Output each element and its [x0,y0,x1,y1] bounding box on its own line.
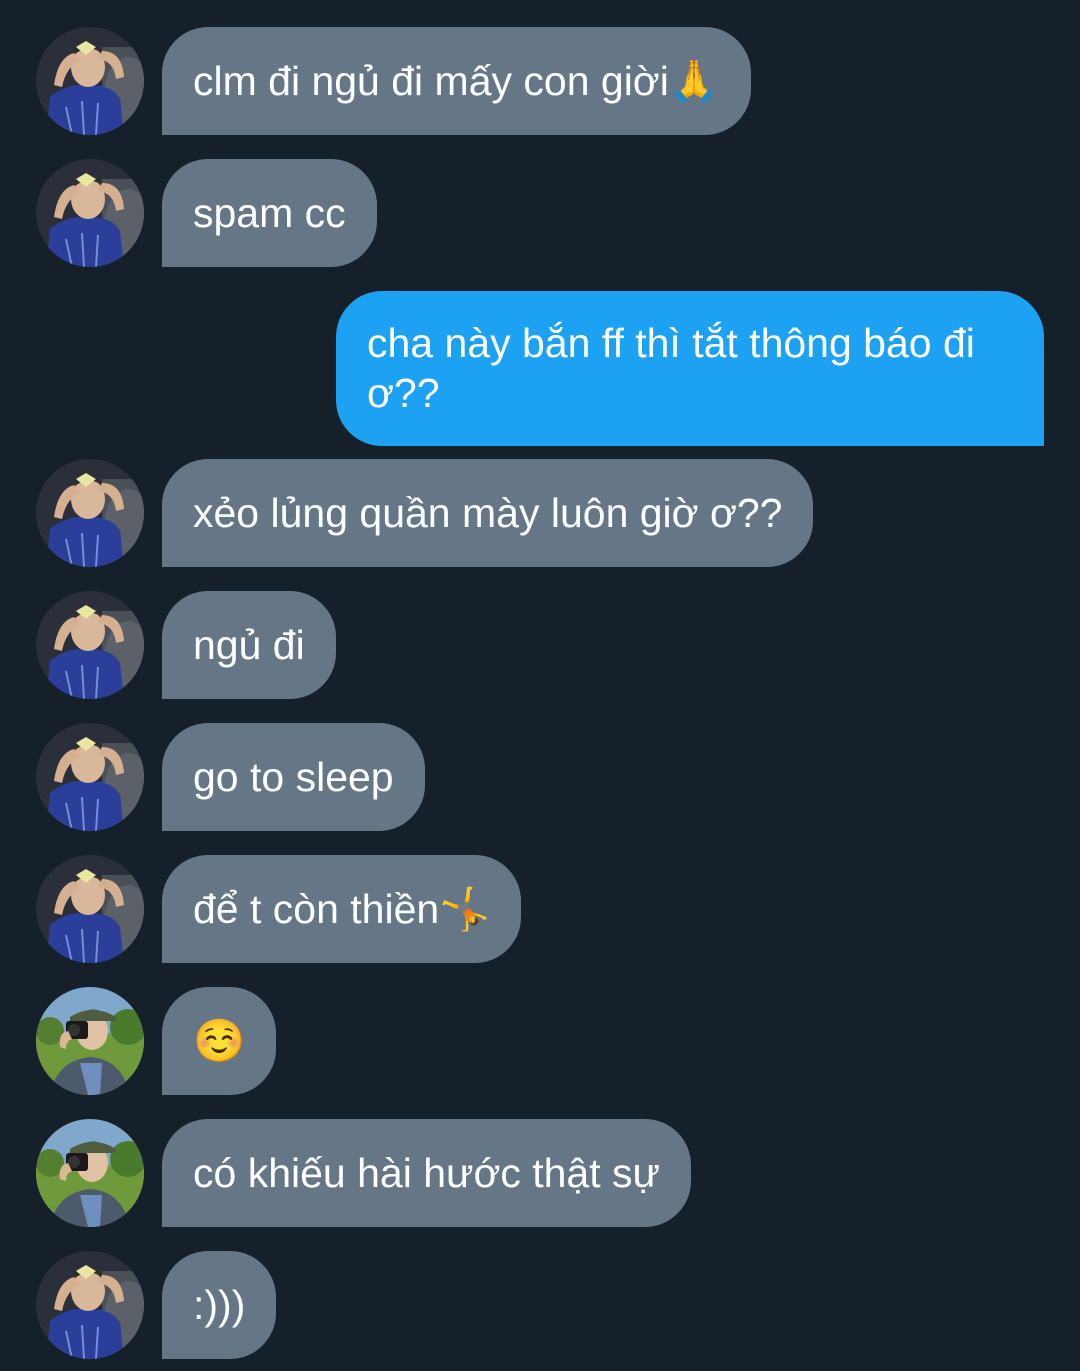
avatar-contact-a[interactable] [36,723,144,831]
avatar-contact-a[interactable] [36,591,144,699]
avatar-photo-icon [36,855,144,963]
outgoing-message-bubble[interactable]: cha này bắn ff thì tắt thông báo đi ơ?? [336,291,1044,446]
incoming-message-bubble[interactable]: có khiếu hài hước thật sự [162,1119,691,1227]
avatar-contact-a[interactable] [36,1251,144,1359]
avatar-contact-b[interactable] [36,1119,144,1227]
incoming-message-bubble[interactable]: ngủ đi [162,591,336,699]
avatar-photo-icon [36,987,144,1095]
avatar-photo-icon [36,159,144,267]
avatar-photo-icon [36,27,144,135]
avatar-contact-a[interactable] [36,159,144,267]
avatar-contact-a[interactable] [36,459,144,567]
avatar-contact-a[interactable] [36,855,144,963]
avatar-photo-icon [36,723,144,831]
incoming-message-bubble[interactable]: clm đi ngủ đi mấy con giời🙏 [162,27,751,135]
avatar-contact-a[interactable] [36,27,144,135]
incoming-message-bubble[interactable]: :))) [162,1251,277,1359]
incoming-message-bubble[interactable]: ☺️ [162,987,277,1095]
avatar-photo-icon [36,459,144,567]
incoming-message-bubble[interactable]: xẻo lủng quần mày luôn giờ ơ?? [162,459,814,567]
incoming-message-bubble[interactable]: go to sleep [162,723,425,831]
chat-thread[interactable]: clm đi ngủ đi mấy con giời🙏 spam cc cha … [0,0,1080,1371]
incoming-message-bubble[interactable]: để t còn thiền🤸 [162,855,522,963]
avatar-contact-b[interactable] [36,987,144,1095]
avatar-photo-icon [36,1251,144,1359]
incoming-message-bubble[interactable]: spam cc [162,159,377,267]
avatar-photo-icon [36,591,144,699]
avatar-photo-icon [36,1119,144,1227]
